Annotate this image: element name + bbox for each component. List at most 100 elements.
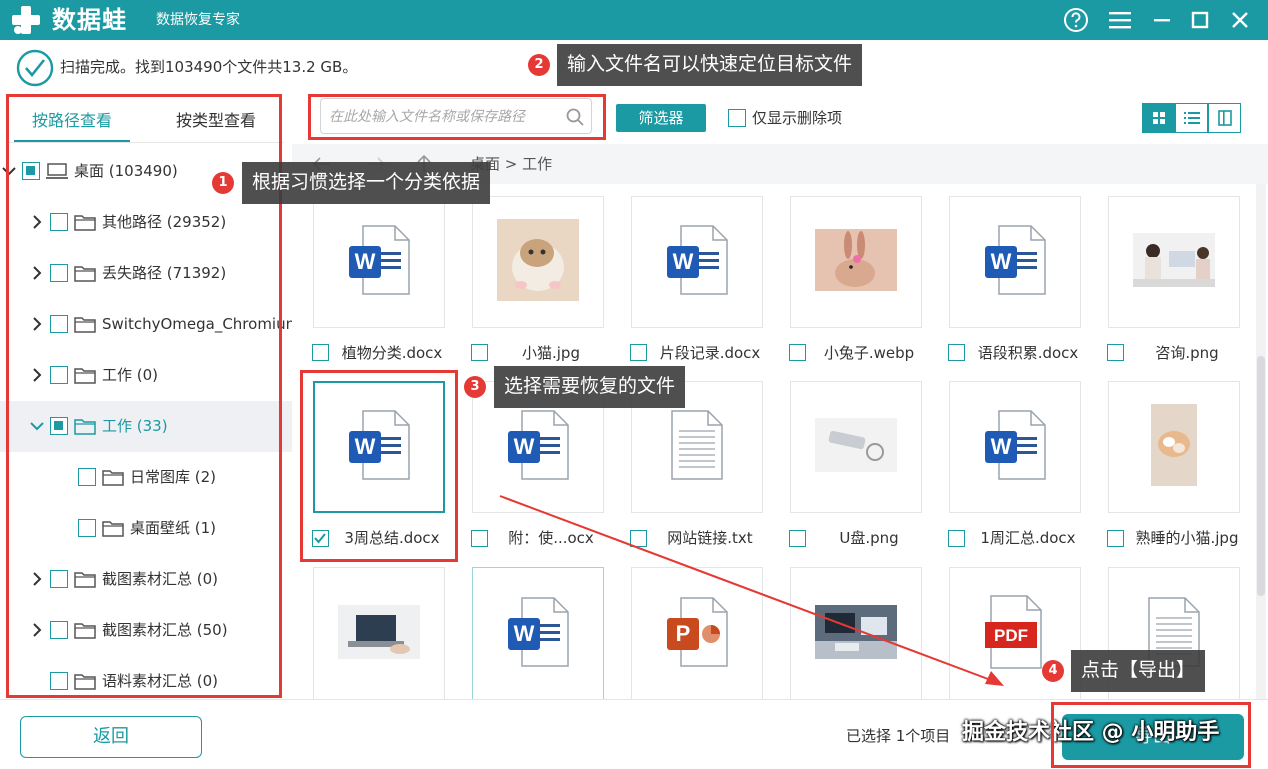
file-checkbox[interactable] <box>312 530 329 547</box>
pdf-file-icon: PDF <box>983 594 1047 674</box>
file-card[interactable] <box>790 381 922 513</box>
file-card[interactable]: W <box>313 381 445 513</box>
file-card[interactable]: P <box>631 567 763 699</box>
tree-item-checkbox[interactable] <box>50 570 68 588</box>
tree-item-checkbox[interactable] <box>50 264 68 282</box>
file-card[interactable]: W <box>313 196 445 328</box>
app-subtitle: 数据恢复专家 <box>156 12 240 28</box>
tree-item-checkbox[interactable] <box>50 672 68 690</box>
file-checkbox[interactable] <box>312 344 329 361</box>
file-card[interactable]: W <box>472 567 604 699</box>
chevron-down-icon[interactable] <box>30 419 44 433</box>
file-name: 植物分类.docx <box>341 344 443 362</box>
chevron-down-icon[interactable] <box>2 164 16 178</box>
scrollbar-thumb[interactable] <box>1257 356 1265 596</box>
folder-icon <box>74 212 96 232</box>
tree-item[interactable]: 截图素材汇总 (50) <box>0 605 292 656</box>
file-checkbox[interactable] <box>471 530 488 547</box>
file-checkbox[interactable] <box>471 344 488 361</box>
tree-item[interactable]: 丢失路径 (71392) <box>0 248 292 299</box>
tree-item[interactable]: 其他路径 (29352) <box>0 197 292 248</box>
help-icon[interactable] <box>1062 6 1090 34</box>
app-logo-icon <box>10 5 42 35</box>
annotation-tip-3: 选择需要恢复的文件 <box>494 366 686 408</box>
maximize-icon[interactable] <box>1186 6 1214 34</box>
file-card[interactable]: W <box>949 381 1081 513</box>
word-file-icon: W <box>506 596 570 672</box>
file-name: 3周总结.docx <box>344 529 440 547</box>
tree-item-checkbox[interactable] <box>50 213 68 231</box>
tree-item-checkbox[interactable] <box>50 366 68 384</box>
title-bar: 数据蛙 数据恢复专家 <box>0 0 1268 40</box>
folder-icon <box>74 569 96 589</box>
tree-item-checkbox[interactable] <box>22 162 40 180</box>
tree-item[interactable]: 日常图库 (2) <box>0 452 292 503</box>
tree-item-checkbox[interactable] <box>78 468 96 486</box>
filter-button[interactable]: 筛选器 <box>616 104 706 132</box>
show-deleted-only-label: 仅显示删除项 <box>752 109 843 127</box>
image-thumbnail <box>497 219 579 305</box>
tree-item-label: 丢失路径 (71392) <box>102 264 227 282</box>
tree-item[interactable]: 工作 (0) <box>0 350 292 401</box>
tree-item[interactable]: 桌面壁纸 (1) <box>0 503 292 554</box>
file-checkbox[interactable] <box>630 530 647 547</box>
file-card[interactable]: PDF <box>949 567 1081 699</box>
tab-by-path[interactable]: 按路径查看 <box>14 104 130 138</box>
file-card[interactable]: W <box>949 196 1081 328</box>
close-icon[interactable] <box>1226 6 1254 34</box>
chevron-right-icon[interactable] <box>30 572 44 586</box>
file-checkbox[interactable] <box>1107 344 1124 361</box>
word-file-icon: W <box>347 409 411 485</box>
chevron-right-icon[interactable] <box>30 317 44 331</box>
grid-view-icon[interactable] <box>1142 103 1175 133</box>
tree-item[interactable]: 工作 (33) <box>0 401 292 452</box>
file-checkbox[interactable] <box>789 344 806 361</box>
tab-by-type[interactable]: 按类型查看 <box>158 104 274 138</box>
watermark-text: 掘金技术社区 @ 小明助手 <box>962 720 1220 745</box>
svg-text:W: W <box>991 434 1012 459</box>
svg-text:W: W <box>355 249 376 274</box>
file-checkbox[interactable] <box>630 344 647 361</box>
search-icon[interactable] <box>565 107 585 131</box>
word-file-icon: W <box>983 409 1047 485</box>
annotation-badge-3: 3 <box>464 376 486 398</box>
chevron-right-icon[interactable] <box>30 266 44 280</box>
tree-item[interactable]: SwitchyOmega_Chromium <box>0 299 300 350</box>
back-button[interactable]: 返回 <box>20 716 202 758</box>
tree-item-label: 截图素材汇总 (50) <box>102 621 228 639</box>
file-name: 语段积累.docx <box>977 344 1079 362</box>
file-checkbox[interactable] <box>948 530 965 547</box>
file-card[interactable] <box>472 196 604 328</box>
ppt-file-icon: P <box>665 596 729 672</box>
tree-item[interactable]: 截图素材汇总 (0) <box>0 554 292 605</box>
file-name: 1周汇总.docx <box>980 529 1076 547</box>
tree-item-checkbox[interactable] <box>50 315 68 333</box>
menu-icon[interactable] <box>1106 6 1134 34</box>
detail-view-icon[interactable] <box>1208 103 1241 133</box>
chevron-right-icon[interactable] <box>30 623 44 637</box>
tree-item-checkbox[interactable] <box>50 417 68 435</box>
file-checkbox[interactable] <box>948 344 965 361</box>
list-view-icon[interactable] <box>1175 103 1208 133</box>
file-card[interactable] <box>790 567 922 699</box>
file-card[interactable] <box>1108 381 1240 513</box>
tree-item-checkbox[interactable] <box>78 519 96 537</box>
annotation-tip-2: 输入文件名可以快速定位目标文件 <box>557 44 863 86</box>
file-card[interactable] <box>1108 196 1240 328</box>
file-checkbox[interactable] <box>789 530 806 547</box>
tree-item-label: 日常图库 (2) <box>130 468 217 486</box>
tree-item-label: 工作 (33) <box>102 417 168 435</box>
image-thumbnail <box>1133 233 1215 291</box>
file-card[interactable]: W <box>631 196 763 328</box>
minimize-icon[interactable] <box>1148 6 1176 34</box>
chevron-right-icon[interactable] <box>30 368 44 382</box>
search-box[interactable] <box>320 98 592 134</box>
file-name: U盘.png <box>839 529 899 547</box>
show-deleted-only-checkbox[interactable] <box>728 109 746 127</box>
tree-item-checkbox[interactable] <box>50 621 68 639</box>
file-card[interactable] <box>313 567 445 699</box>
file-checkbox[interactable] <box>1107 530 1124 547</box>
chevron-right-icon[interactable] <box>30 215 44 229</box>
search-input[interactable] <box>329 105 559 129</box>
file-card[interactable] <box>790 196 922 328</box>
